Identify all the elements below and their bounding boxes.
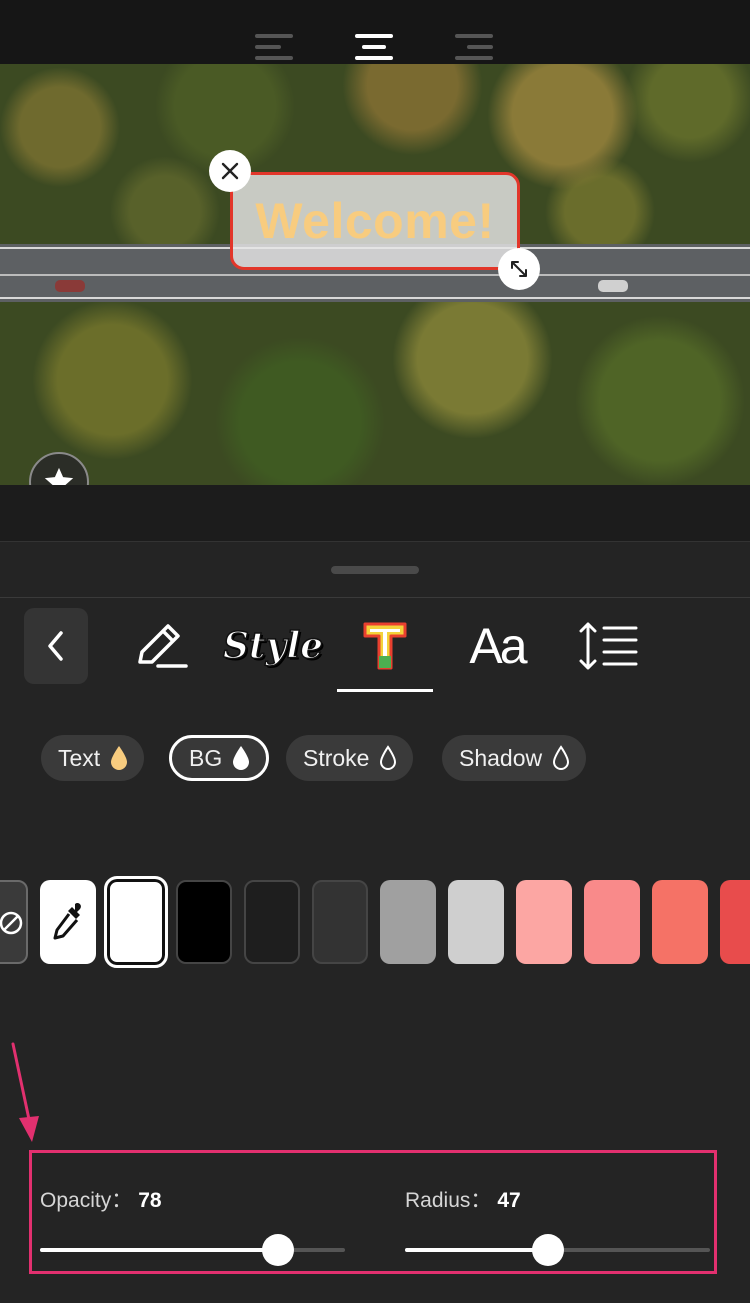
color-swatch[interactable]: [584, 880, 640, 964]
edit-icon: [138, 624, 188, 668]
tool-line-spacing[interactable]: [561, 608, 657, 684]
resize-icon[interactable]: [498, 248, 540, 290]
radius-value: 47: [497, 1189, 521, 1212]
color-swatch[interactable]: [720, 880, 750, 964]
chip-shadow-label: Shadow: [459, 744, 543, 771]
color-swatch[interactable]: [516, 880, 572, 964]
tool-style[interactable]: Style: [222, 608, 324, 684]
overlay-text: Welcome!: [255, 193, 495, 249]
opacity-label: Opacity： 78: [40, 1189, 162, 1212]
opacity-slider-thumb[interactable]: [262, 1234, 294, 1266]
chip-bg-label: BG: [189, 744, 223, 771]
video-preview[interactable]: [0, 64, 750, 485]
alignment-bar: [0, 0, 750, 64]
no-color-button[interactable]: [0, 880, 28, 964]
tool-text-color[interactable]: [337, 608, 433, 684]
color-swatch[interactable]: [176, 880, 232, 964]
color-swatch[interactable]: [448, 880, 504, 964]
color-swatch[interactable]: [312, 880, 368, 964]
opacity-value: 78: [138, 1189, 162, 1212]
chip-stroke-label: Stroke: [303, 744, 370, 771]
close-icon[interactable]: [209, 150, 251, 192]
text-overlay[interactable]: Welcome!: [230, 172, 520, 270]
selected-tab-indicator: [337, 689, 433, 692]
eyedropper-icon: [53, 902, 81, 940]
text-color-icon: [363, 622, 407, 670]
eyedropper-button[interactable]: [40, 880, 96, 964]
preview-bottom-area: [0, 485, 750, 541]
sheet-grabber[interactable]: [331, 566, 419, 574]
back-button[interactable]: [24, 608, 88, 684]
color-swatch[interactable]: [652, 880, 708, 964]
annotation-arrow-icon: [11, 1042, 39, 1142]
chip-stroke[interactable]: Stroke: [286, 735, 414, 781]
radius-slider-thumb[interactable]: [532, 1234, 564, 1266]
drop-icon: [233, 746, 250, 770]
chip-shadow[interactable]: Shadow: [442, 735, 587, 781]
radius-label: Radius： 47: [405, 1189, 521, 1212]
drop-outline-icon: [553, 745, 570, 770]
opacity-slider-fill: [40, 1248, 278, 1252]
divider: [0, 597, 750, 598]
color-swatch[interactable]: [380, 880, 436, 964]
color-swatch[interactable]: [244, 880, 300, 964]
line-spacing-icon: [579, 622, 638, 670]
drop-icon: [111, 746, 128, 770]
chip-bg[interactable]: BG: [169, 735, 270, 781]
color-swatch[interactable]: [104, 876, 168, 968]
drop-outline-icon: [380, 745, 397, 770]
font-icon: Aa: [469, 618, 527, 674]
tool-font[interactable]: Aa: [449, 608, 545, 684]
style-icon: Style: [222, 624, 324, 668]
no-color-icon: [0, 911, 23, 935]
tool-edit[interactable]: [112, 608, 208, 684]
chevron-left-icon: [48, 631, 63, 661]
chip-text[interactable]: Text: [41, 735, 145, 781]
chip-text-label: Text: [58, 744, 101, 771]
radius-slider-fill: [405, 1248, 548, 1252]
